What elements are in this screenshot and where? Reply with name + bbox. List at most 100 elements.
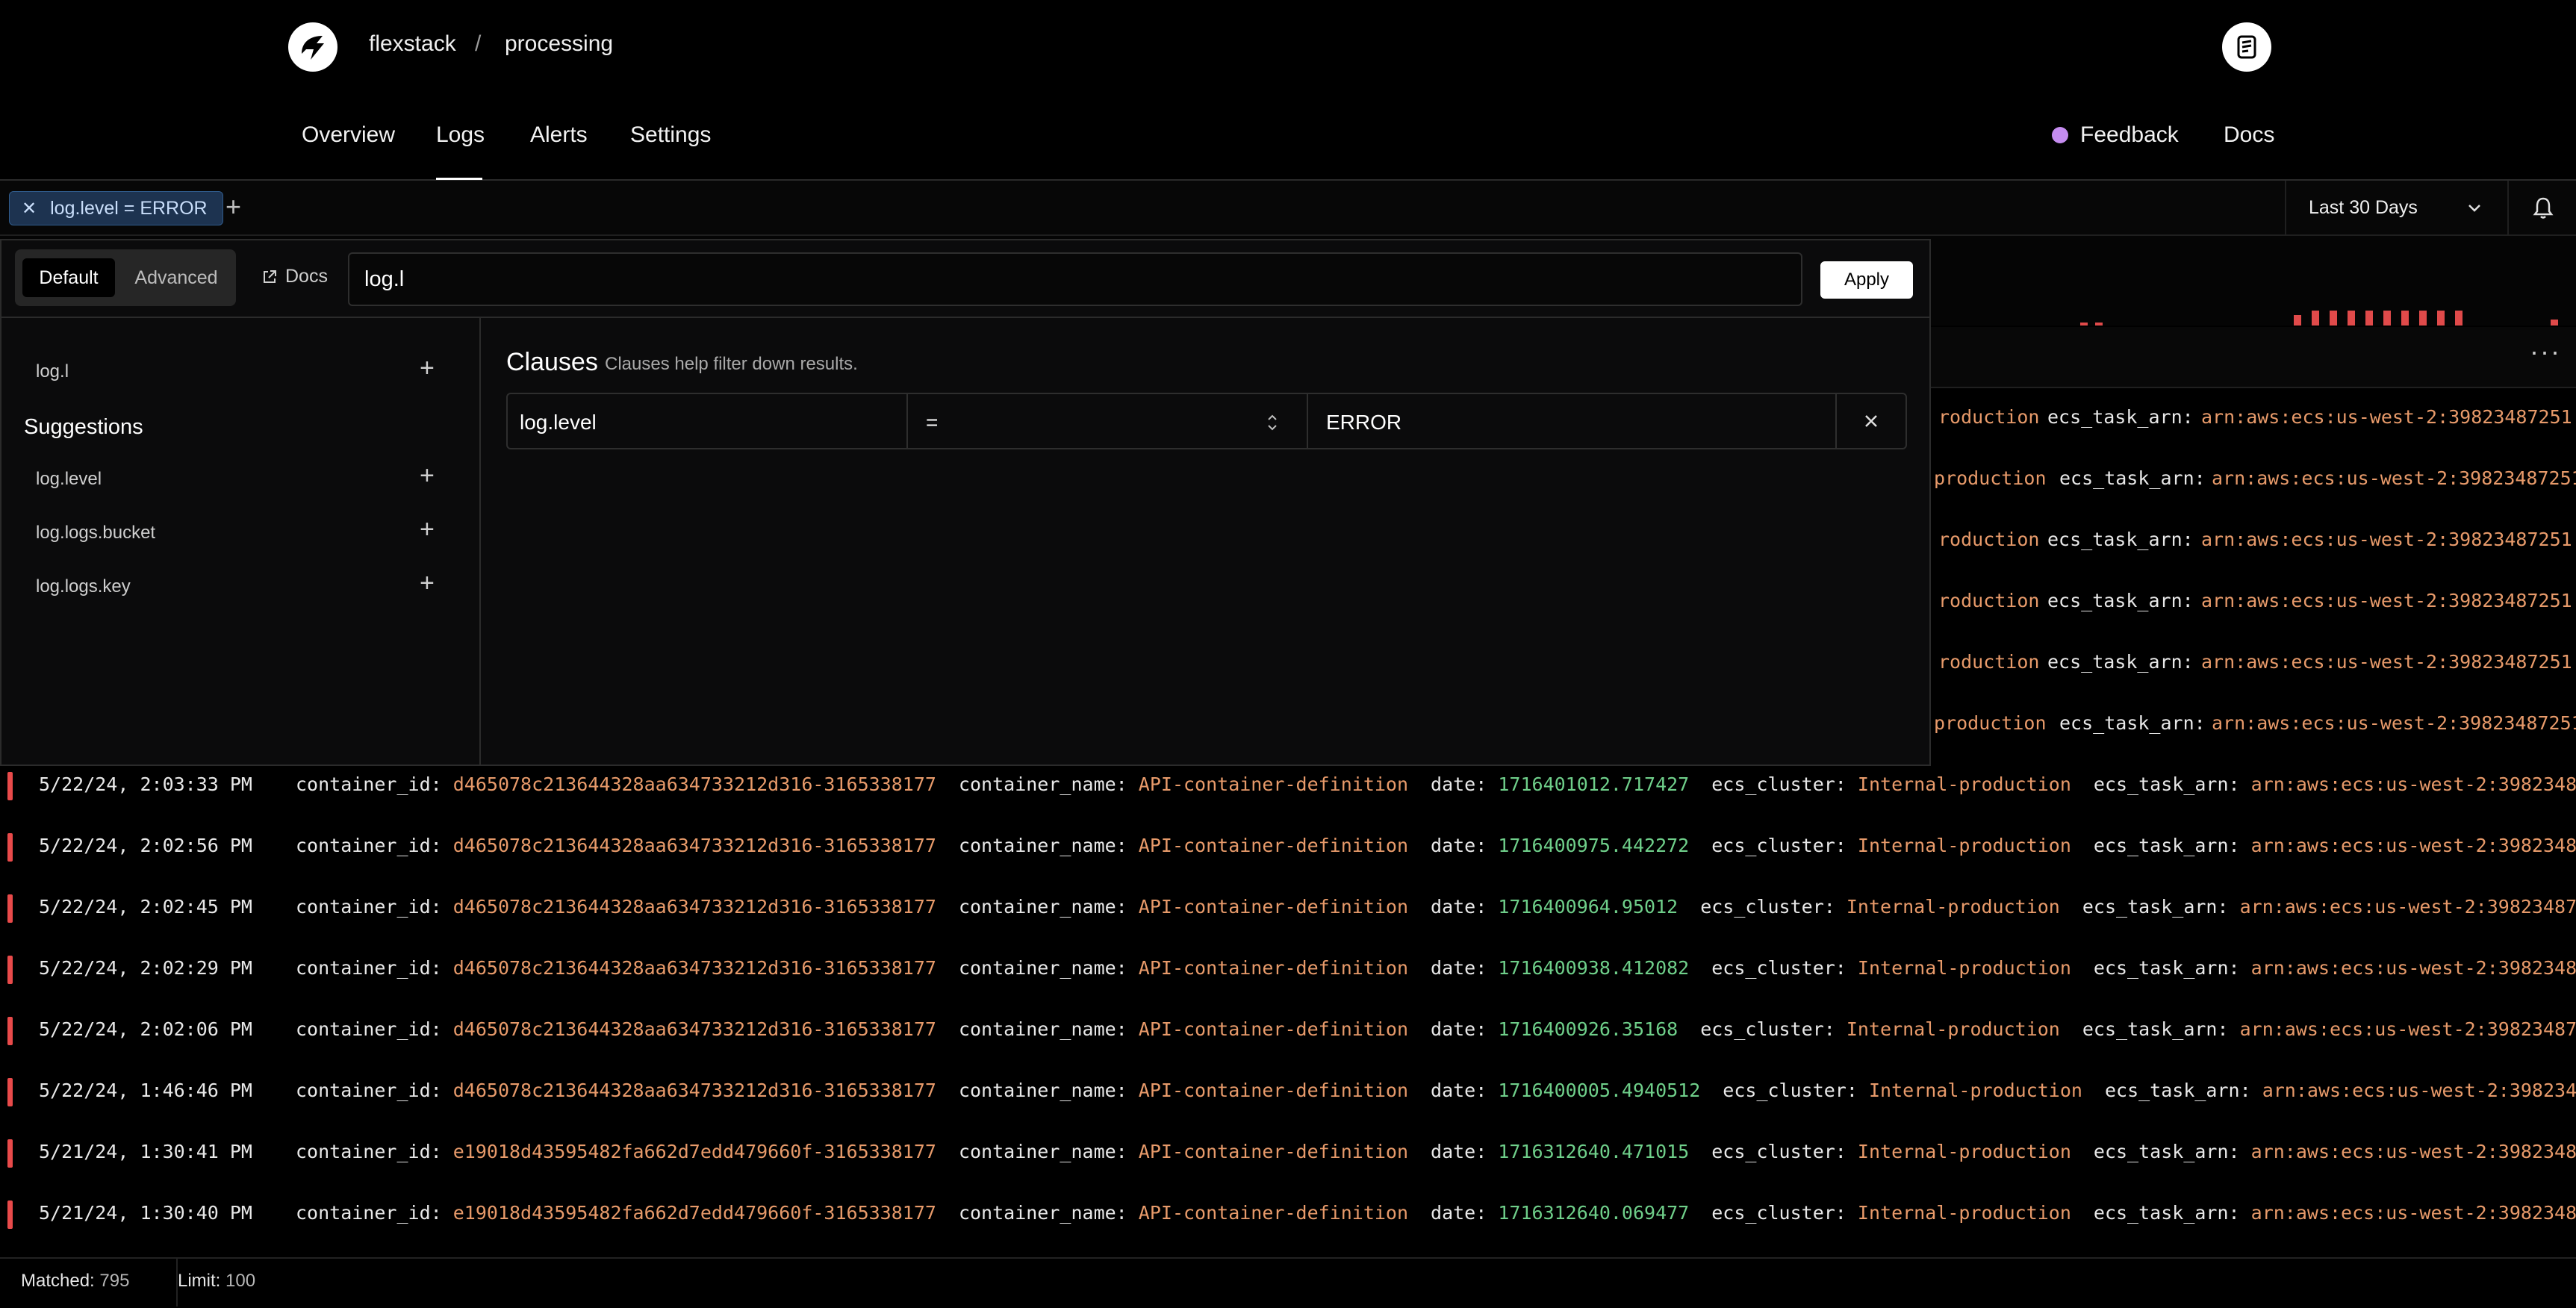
- suggestion-log-logs-bucket[interactable]: log.logs.bucket: [36, 523, 155, 544]
- container-id-key: container_id:: [296, 835, 442, 856]
- matched-count: Matched: 795: [21, 1271, 129, 1292]
- log-timestamp: 5/22/24, 2:02:06 PM: [39, 1018, 252, 1040]
- histogram-bar: [2437, 311, 2445, 326]
- add-filter-plus-icon[interactable]: +: [225, 191, 241, 222]
- query-input[interactable]: [348, 252, 1802, 306]
- mode-default-button[interactable]: Default: [22, 258, 115, 297]
- date-value: 1716312640.069477: [1498, 1202, 1690, 1224]
- more-options-icon[interactable]: ···: [2530, 336, 2561, 367]
- date-value: 1716400975.442272: [1498, 835, 1690, 856]
- ecs-task-arn-value: arn:aws:ecs:us-west-2:39823487251: [2212, 467, 2576, 489]
- log-fields: container_id: e19018d43595482fa662d7edd4…: [296, 1141, 2576, 1162]
- container-id-value: e19018d43595482fa662d7edd479660f-3165338…: [452, 1202, 936, 1224]
- typed-suggestion[interactable]: log.l: [36, 361, 69, 382]
- log-fields: container_id: d465078c213644328aa6347332…: [296, 773, 2576, 795]
- date-key: date:: [1431, 957, 1487, 979]
- suggestions-title: Suggestions: [24, 415, 143, 439]
- matched-label: Matched:: [21, 1271, 95, 1291]
- log-row[interactable]: 5/22/24, 2:02:29 PM container_id: d465078…: [0, 938, 2576, 999]
- tab-settings[interactable]: Settings: [630, 122, 711, 148]
- ecs-cluster-value: Internal-production: [1857, 835, 2071, 856]
- date-key: date:: [1431, 896, 1487, 918]
- ecs-cluster-key: ecs_cluster:: [1700, 896, 1835, 918]
- ecs-task-arn-value: arn:aws:ecs:us-west-2:39823487251: [2262, 1080, 2576, 1101]
- filter-chip[interactable]: ✕ log.level = ERROR: [9, 191, 223, 225]
- tab-logs[interactable]: Logs: [436, 122, 485, 148]
- add-suggestion-plus-icon[interactable]: +: [420, 569, 435, 598]
- ecs-cluster-value: production: [1934, 712, 2047, 734]
- docs-link[interactable]: Docs: [2224, 122, 2274, 148]
- histogram-bar: [2383, 311, 2391, 326]
- feedback-button[interactable]: Feedback: [2052, 122, 2179, 148]
- suggestion-log-logs-key[interactable]: log.logs.key: [36, 576, 131, 597]
- histogram-bar: [2401, 311, 2409, 326]
- date-value: 1716400926.35168: [1498, 1018, 1679, 1040]
- log-fields: container_id: d465078c213644328aa6347332…: [296, 835, 2576, 856]
- log-row[interactable]: 5/21/24, 1:30:41 PM container_id: e19018d…: [0, 1121, 2576, 1183]
- breadcrumb-project[interactable]: processing: [505, 31, 613, 57]
- container-name-value: API-container-definition: [1138, 773, 1409, 795]
- add-suggestion-plus-icon[interactable]: +: [420, 461, 435, 490]
- log-timestamp: 5/21/24, 1:30:40 PM: [39, 1202, 252, 1224]
- container-id-value: e19018d43595482fa662d7edd479660f-3165338…: [452, 1141, 936, 1162]
- bell-icon: [2533, 197, 2554, 219]
- alert-bell-button[interactable]: [2507, 181, 2576, 234]
- date-key: date:: [1431, 1080, 1487, 1101]
- error-level-marker: [7, 894, 13, 923]
- container-id-key: container_id:: [296, 896, 442, 918]
- tab-alerts[interactable]: Alerts: [530, 122, 588, 148]
- top-header: [0, 0, 2576, 181]
- feedback-label: Feedback: [2080, 122, 2179, 147]
- log-row[interactable]: 5/22/24, 2:02:45 PM container_id: d465078…: [0, 876, 2576, 938]
- active-tab-indicator: [436, 178, 482, 180]
- log-row[interactable]: 5/22/24, 2:02:06 PM container_id: d465078…: [0, 999, 2576, 1060]
- log-row[interactable]: 5/21/24, 1:30:40 PM container_id: e19018d…: [0, 1183, 2576, 1244]
- mode-advanced-button[interactable]: Advanced: [125, 258, 227, 297]
- add-typed-suggestion-plus-icon[interactable]: +: [420, 354, 435, 383]
- container-id-key: container_id:: [296, 1141, 442, 1162]
- filter-chip-label: log.level = ERROR: [50, 197, 208, 219]
- ecs-cluster-value: Internal-production: [1846, 1018, 2060, 1040]
- container-id-key: container_id:: [296, 1018, 442, 1040]
- container-name-value: API-container-definition: [1138, 957, 1409, 979]
- clause-operator-select[interactable]: =: [926, 411, 938, 435]
- flexstack-logo-icon[interactable]: [288, 22, 337, 72]
- ecs-cluster-value: roduction: [1938, 590, 2040, 611]
- container-id-value: d465078c213644328aa634733212d316-3165338…: [452, 1018, 936, 1040]
- container-name-value: API-container-definition: [1138, 1018, 1409, 1040]
- date-key: date:: [1431, 1202, 1487, 1224]
- ecs-task-arn-value: arn:aws:ecs:us-west-2:39823487251: [2250, 773, 2576, 795]
- close-icon[interactable]: ✕: [22, 198, 37, 219]
- matched-value: 795: [99, 1271, 130, 1291]
- date-value: 1716400005.4940512: [1498, 1080, 1701, 1101]
- suggestion-log-level[interactable]: log.level: [36, 469, 102, 490]
- ecs-task-arn-key: ecs_task_arn:: [2047, 651, 2194, 673]
- remove-clause-close-icon[interactable]: [1862, 412, 1880, 430]
- tab-overview[interactable]: Overview: [302, 122, 395, 148]
- date-key: date:: [1431, 835, 1487, 856]
- user-avatar[interactable]: [2222, 22, 2271, 72]
- query-docs-link[interactable]: Docs: [261, 266, 328, 287]
- container-id-value: d465078c213644328aa634733212d316-3165338…: [452, 896, 936, 918]
- clause-field[interactable]: log.level: [520, 411, 597, 435]
- ecs-task-arn-key: ecs_task_arn:: [2047, 529, 2194, 550]
- ecs-cluster-key: ecs_cluster:: [1723, 1080, 1858, 1101]
- ecs-cluster-key: ecs_cluster:: [1711, 835, 1847, 856]
- ecs-task-arn-value: arn:aws:ecs:us-west-2:39823487251: [2250, 835, 2576, 856]
- ecs-task-arn-key: ecs_task_arn:: [2093, 773, 2240, 795]
- clause-value[interactable]: ERROR: [1326, 411, 1401, 435]
- add-suggestion-plus-icon[interactable]: +: [420, 515, 435, 544]
- query-docs-label: Docs: [285, 266, 328, 287]
- chevron-up-down-icon: [1268, 414, 1277, 431]
- ecs-task-arn-key: ecs_task_arn:: [2059, 467, 2206, 489]
- apply-button[interactable]: Apply: [1820, 261, 1913, 299]
- date-range-select[interactable]: Last 30 Days: [2285, 181, 2506, 234]
- histogram-bar: [2080, 323, 2088, 326]
- container-id-value: d465078c213644328aa634733212d316-3165338…: [452, 773, 936, 795]
- breadcrumb-org[interactable]: flexstack: [369, 31, 456, 57]
- ecs-task-arn-value: arn:aws:ecs:us-west-2:39823487251: [2201, 406, 2572, 428]
- log-fields: container_id: d465078c213644328aa6347332…: [296, 957, 2576, 979]
- container-name-key: container_name:: [958, 1018, 1127, 1040]
- log-row[interactable]: 5/22/24, 1:46:46 PM container_id: d465078…: [0, 1060, 2576, 1121]
- log-row[interactable]: 5/22/24, 2:02:56 PM container_id: d465078…: [0, 815, 2576, 876]
